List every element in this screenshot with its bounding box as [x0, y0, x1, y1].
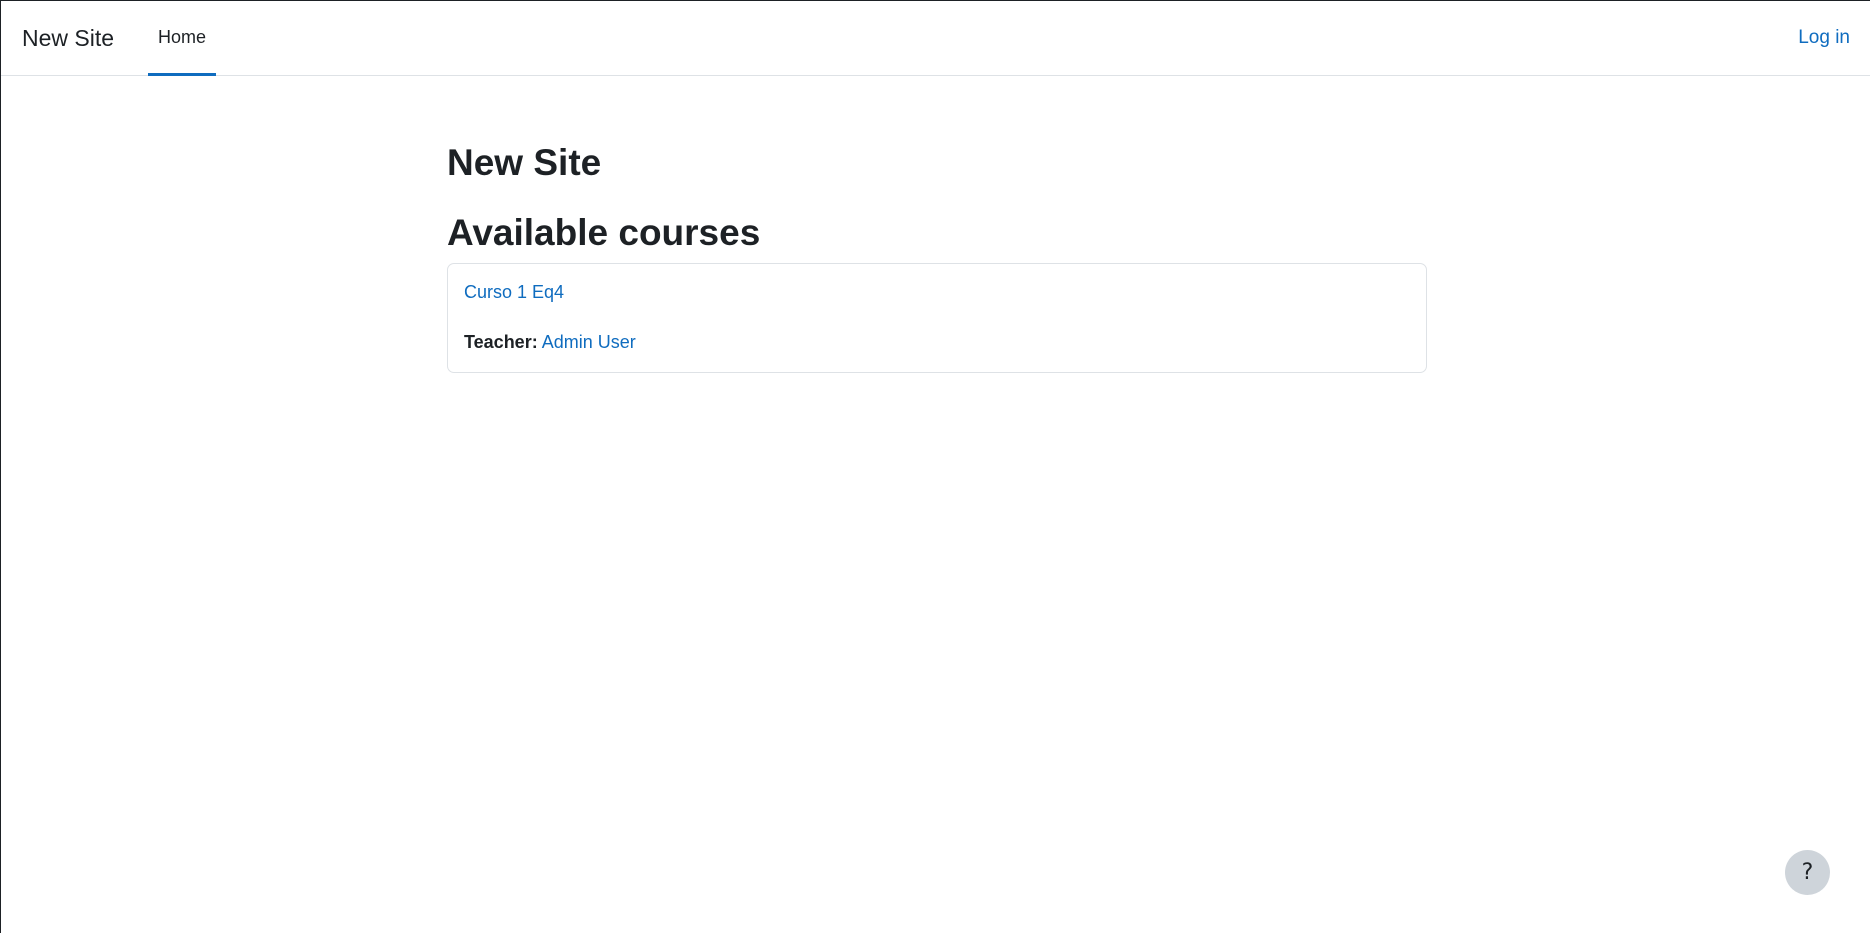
tab-home[interactable]: Home: [148, 1, 217, 76]
page: New Site Home Log in New Site Available …: [0, 0, 1870, 933]
course-link[interactable]: Curso 1 Eq4: [464, 280, 564, 304]
main-content: New Site Available courses Curso 1 Eq4 T…: [447, 141, 1427, 373]
course-list-item: Curso 1 Eq4 Teacher: Admin User: [447, 263, 1427, 373]
course-teacher: Teacher: Admin User: [464, 330, 1410, 354]
login-link[interactable]: Log in: [1798, 27, 1850, 49]
help-button[interactable]: ?: [1785, 850, 1830, 895]
site-brand[interactable]: New Site: [1, 1, 148, 75]
question-icon: ?: [1801, 860, 1814, 885]
user-menu-area: Log in: [1798, 1, 1870, 75]
primary-navigation: Home: [148, 1, 217, 76]
top-navbar: New Site Home Log in: [1, 1, 1870, 76]
page-title: New Site: [447, 142, 602, 183]
available-courses-heading: Available courses: [447, 212, 761, 253]
teacher-link[interactable]: Admin User: [542, 332, 636, 352]
teacher-label: Teacher:: [464, 332, 538, 352]
